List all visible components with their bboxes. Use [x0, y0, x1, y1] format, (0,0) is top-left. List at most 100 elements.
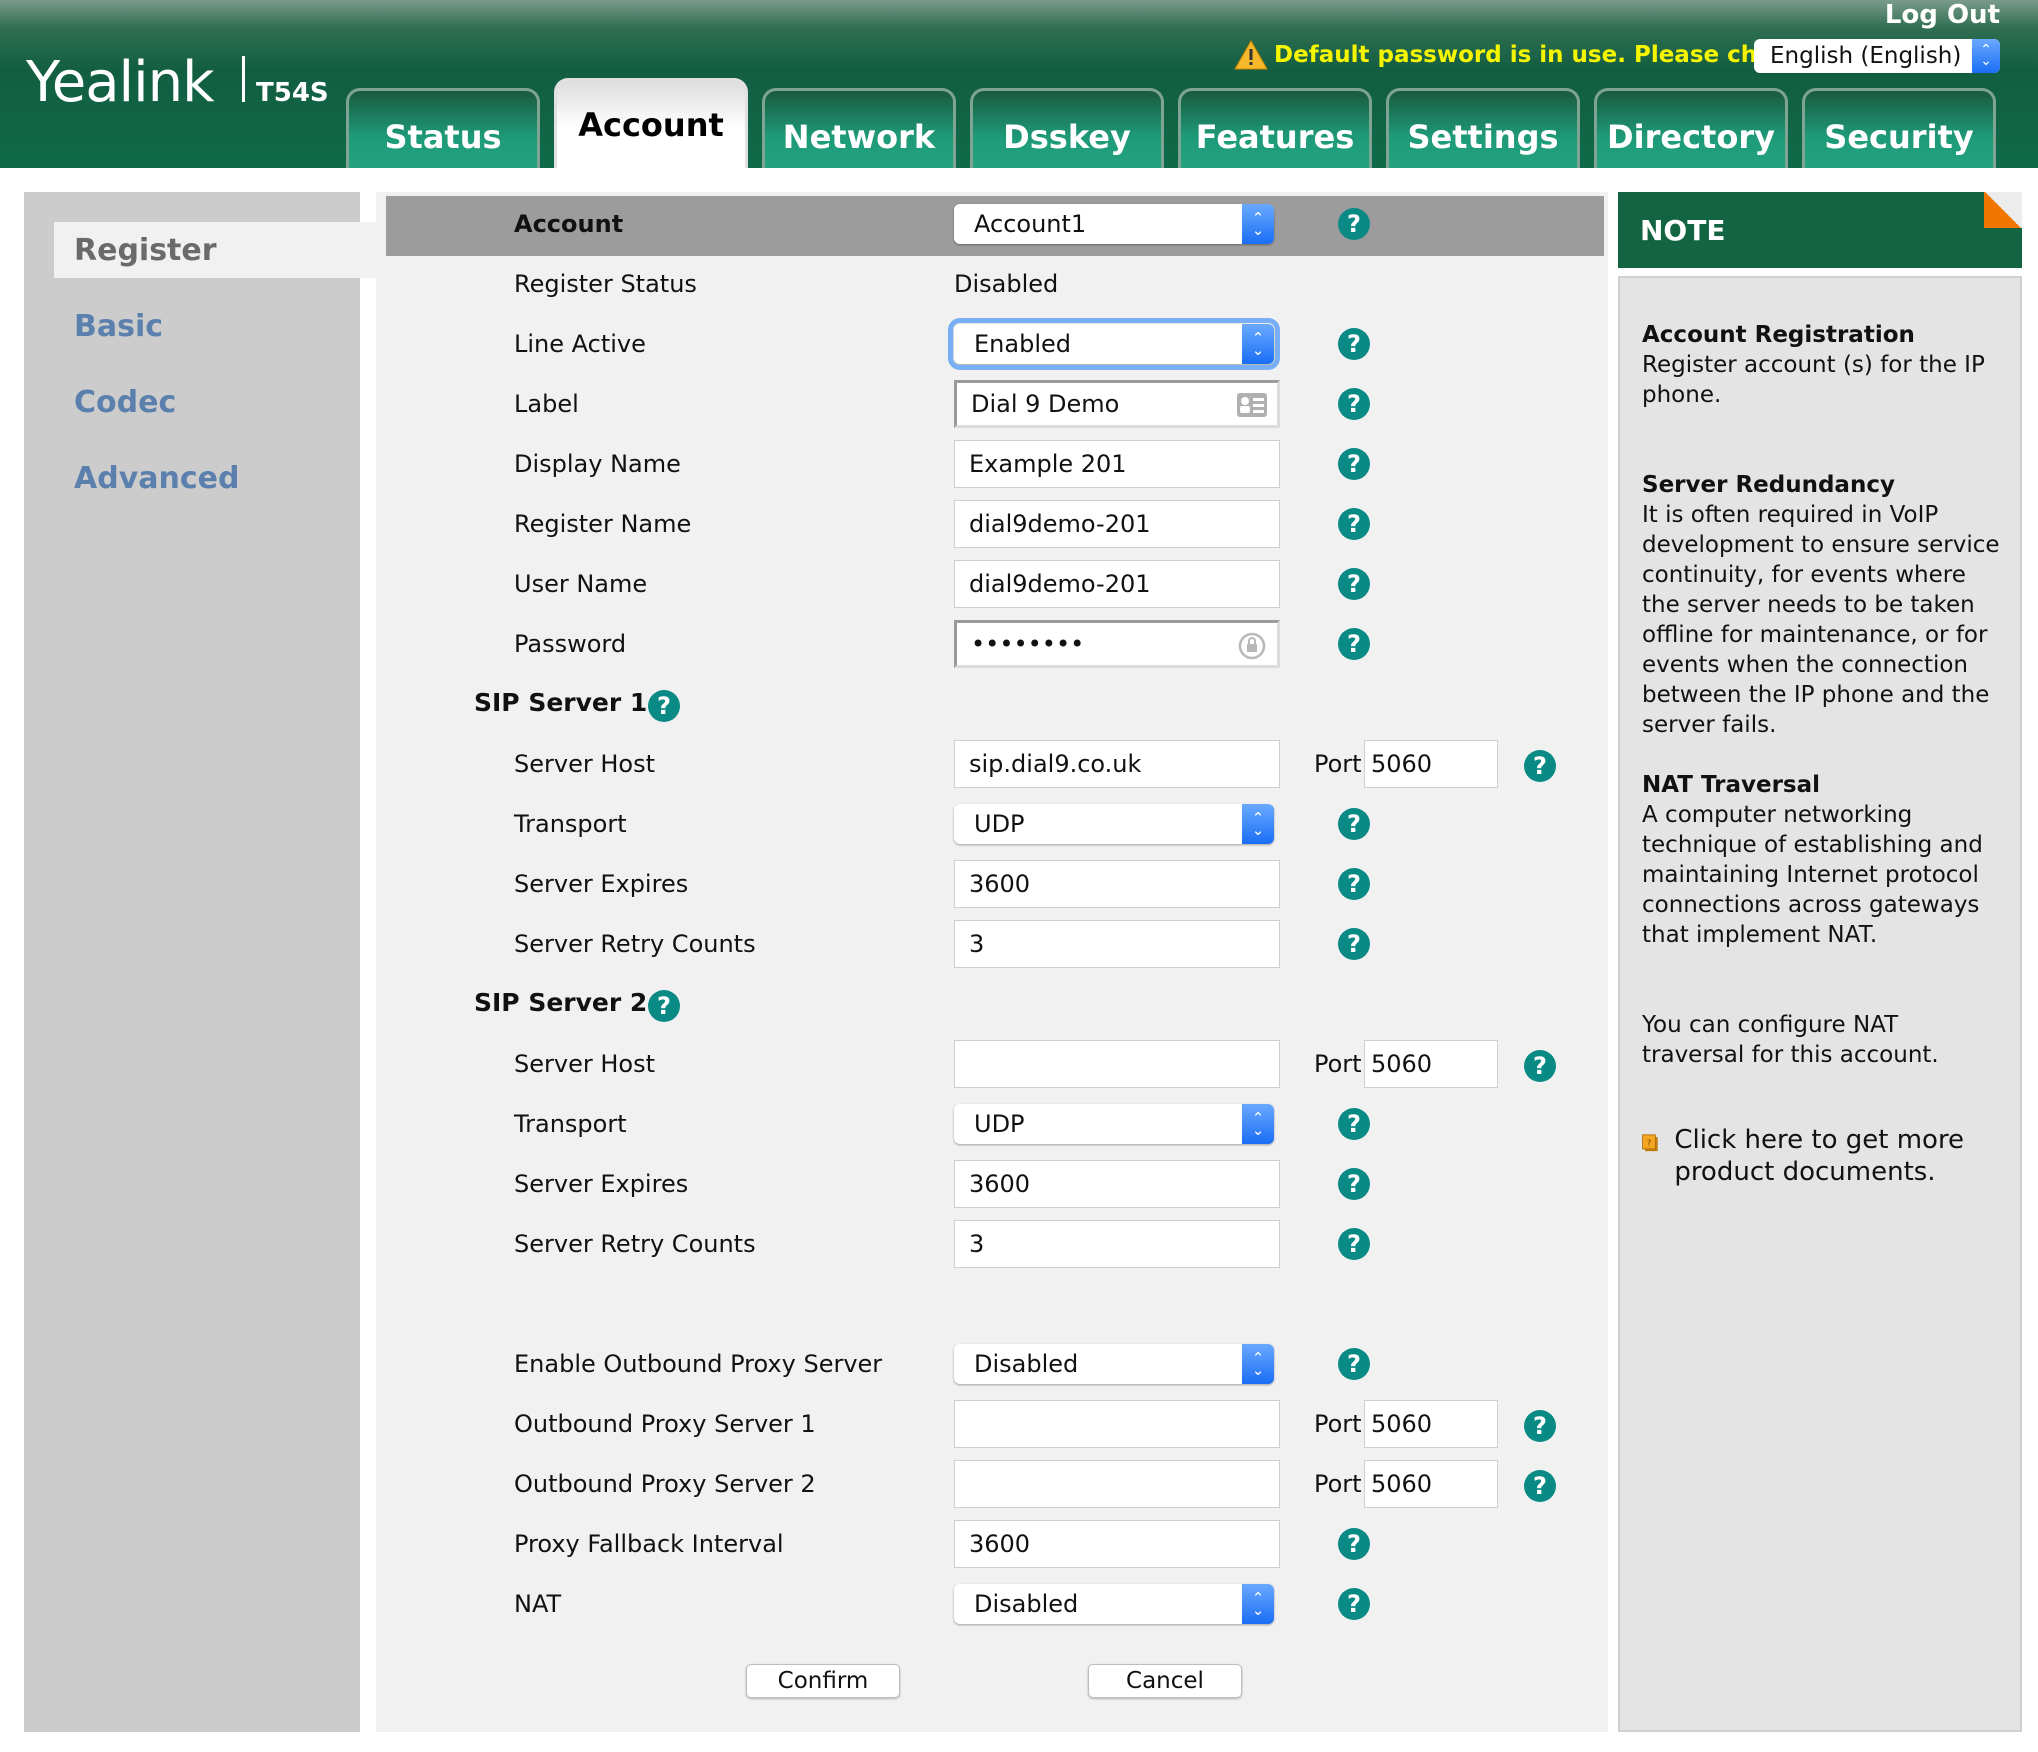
left-sidebar: Register Basic Codec Advanced [24, 192, 390, 1732]
outbound-proxy-1-input[interactable] [954, 1400, 1280, 1448]
password-value: •••••••• [971, 630, 1085, 658]
help-icon[interactable]: ? [1338, 568, 1370, 600]
sip2-transport-value: UDP [974, 1110, 1025, 1138]
outbound-proxy-1-port-input[interactable]: 5060 [1364, 1400, 1498, 1448]
account-value: Account1 [974, 210, 1087, 238]
note-heading: Server Redundancy [1642, 472, 1895, 498]
help-icon[interactable]: ? [1524, 1410, 1556, 1442]
help-icon[interactable]: ? [648, 690, 680, 722]
tab-dsskey[interactable]: Dsskey [970, 88, 1164, 168]
tab-network[interactable]: Network [762, 88, 956, 168]
sip1-server-host-value: sip.dial9.co.uk [969, 750, 1142, 778]
sidebar-item-advanced[interactable]: Advanced [54, 450, 376, 506]
note-heading: Account Registration [1642, 322, 1915, 348]
display-name-input[interactable]: Example 201 [954, 440, 1280, 488]
nat-select[interactable]: Disabled ⌃ ⌄ [954, 1584, 1274, 1624]
outbound-proxy-2-label: Outbound Proxy Server 2 [514, 1470, 816, 1498]
note-text: A computer networking technique of estab… [1642, 802, 1983, 948]
help-icon[interactable]: ? [1338, 1228, 1370, 1260]
account-select[interactable]: Account1 ⌃ ⌄ [954, 204, 1274, 244]
tab-settings[interactable]: Settings [1386, 88, 1580, 168]
outbound-proxy-2-port-value: 5060 [1371, 1470, 1433, 1498]
proxy-fallback-input[interactable]: 3600 [954, 1520, 1280, 1568]
help-icon[interactable]: ? [1338, 1348, 1370, 1380]
label-input[interactable]: Dial 9 Demo [954, 380, 1280, 428]
outbound-proxy-1-port-label: Port [1314, 1410, 1362, 1438]
help-icon[interactable]: ? [1338, 1108, 1370, 1140]
line-active-label: Line Active [514, 330, 646, 358]
help-icon[interactable]: ? [1338, 208, 1370, 240]
doc-link-text: Click here to get more product documents… [1674, 1125, 1965, 1187]
outbound-proxy-enable-select[interactable]: Disabled ⌃ ⌄ [954, 1344, 1274, 1384]
note-text: It is often required in VoIP development… [1642, 502, 2000, 738]
note-extra: You can configure NAT traversal for this… [1642, 1012, 1939, 1068]
sip2-retry-counts-input[interactable]: 3 [954, 1220, 1280, 1268]
help-icon[interactable]: ? [1338, 448, 1370, 480]
register-status-value: Disabled [954, 270, 1059, 298]
chevron-updown-icon: ⌃ ⌄ [1242, 204, 1274, 244]
register-form: Account Account1 ⌃ ⌄ ? Register Status Di… [376, 192, 1608, 1732]
outbound-proxy-enable-label: Enable Outbound Proxy Server [514, 1350, 883, 1378]
password-lock-icon [1238, 632, 1266, 660]
language-select[interactable]: English (English) ⌃ ⌄ [1754, 39, 2000, 73]
sip1-transport-select[interactable]: UDP ⌃ ⌄ [954, 804, 1274, 844]
logo-divider [242, 56, 245, 102]
register-name-value: dial9demo-201 [969, 510, 1151, 538]
register-name-label: Register Name [514, 510, 692, 538]
product-documents-link[interactable]: ? Click here to get more product documen… [1642, 1124, 2000, 1188]
sidebar-item-codec[interactable]: Codec [54, 374, 376, 430]
sip1-server-host-input[interactable]: sip.dial9.co.uk [954, 740, 1280, 788]
default-password-warning: Default password is in use. Please chang… [1234, 40, 1832, 70]
help-icon[interactable]: ? [1524, 750, 1556, 782]
help-icon[interactable]: ? [1338, 328, 1370, 360]
outbound-proxy-2-input[interactable] [954, 1460, 1280, 1508]
line-active-select[interactable]: Enabled ⌃ ⌄ [948, 318, 1280, 370]
confirm-button[interactable]: Confirm [746, 1664, 900, 1698]
tab-status[interactable]: Status [346, 88, 540, 168]
note-title: NOTE [1640, 214, 1726, 247]
help-icon[interactable]: ? [1338, 808, 1370, 840]
tab-security[interactable]: Security [1802, 88, 1996, 168]
help-icon[interactable]: ? [1524, 1050, 1556, 1082]
help-icon[interactable]: ? [1338, 388, 1370, 420]
sip2-server-host-input[interactable] [954, 1040, 1280, 1088]
sip-server-1-heading: SIP Server 1 [474, 688, 648, 717]
sip2-server-expires-input[interactable]: 3600 [954, 1160, 1280, 1208]
sidebar-item-basic[interactable]: Basic [54, 298, 376, 354]
tab-directory[interactable]: Directory [1594, 88, 1788, 168]
help-icon[interactable]: ? [1338, 1528, 1370, 1560]
svg-text:?: ? [1647, 1137, 1651, 1147]
help-icon[interactable]: ? [1338, 928, 1370, 960]
tab-features[interactable]: Features [1178, 88, 1372, 168]
help-icon[interactable]: ? [1338, 1588, 1370, 1620]
nat-label: NAT [514, 1590, 562, 1618]
cancel-button[interactable]: Cancel [1088, 1664, 1242, 1698]
tab-account[interactable]: Account [554, 78, 748, 168]
register-status-label: Register Status [514, 270, 697, 298]
register-name-input[interactable]: dial9demo-201 [954, 500, 1280, 548]
sip1-port-input[interactable]: 5060 [1364, 740, 1498, 788]
outbound-proxy-2-port-input[interactable]: 5060 [1364, 1460, 1498, 1508]
account-label: Account [514, 210, 624, 238]
user-name-value: dial9demo-201 [969, 570, 1151, 598]
help-icon[interactable]: ? [1338, 1168, 1370, 1200]
sip2-port-input[interactable]: 5060 [1364, 1040, 1498, 1088]
outbound-proxy-2-port-label: Port [1314, 1470, 1362, 1498]
sip1-retry-counts-input[interactable]: 3 [954, 920, 1280, 968]
help-icon[interactable]: ? [648, 990, 680, 1022]
user-name-input[interactable]: dial9demo-201 [954, 560, 1280, 608]
outbound-proxy-1-port-value: 5060 [1371, 1410, 1433, 1438]
logout-link[interactable]: Log Out [1885, 0, 2000, 30]
outbound-proxy-enable-value: Disabled [974, 1350, 1079, 1378]
help-icon[interactable]: ? [1524, 1470, 1556, 1502]
sip2-transport-select[interactable]: UDP ⌃ ⌄ [954, 1104, 1274, 1144]
help-icon[interactable]: ? [1338, 628, 1370, 660]
chevron-updown-icon: ⌃ ⌄ [1242, 324, 1274, 364]
note-section: NAT Traversal A computer networking tech… [1642, 770, 2000, 950]
password-input[interactable]: •••••••• [954, 620, 1280, 668]
help-icon[interactable]: ? [1338, 868, 1370, 900]
sidebar-item-register[interactable]: Register [54, 222, 390, 278]
sip1-server-expires-input[interactable]: 3600 [954, 860, 1280, 908]
help-icon[interactable]: ? [1338, 508, 1370, 540]
password-label: Password [514, 630, 627, 658]
